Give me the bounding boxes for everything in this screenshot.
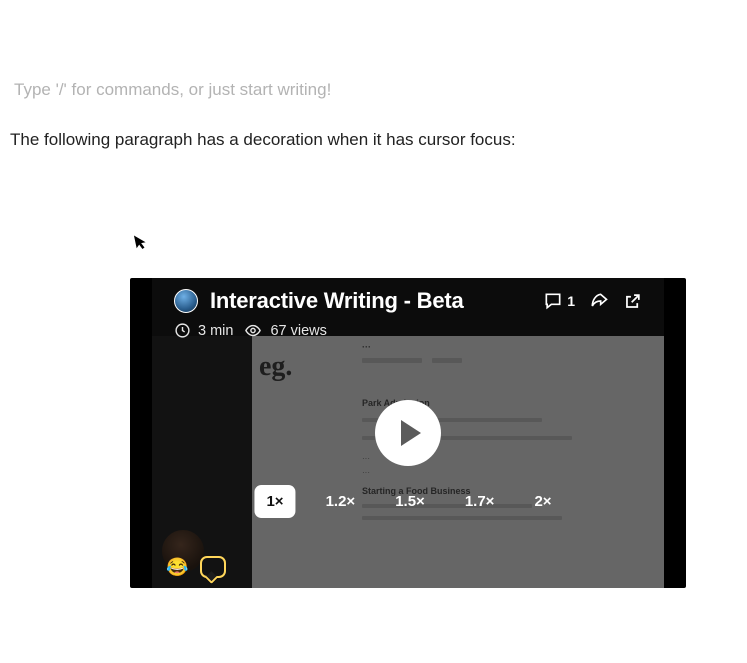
video-frame: eg. ··· Park Admission ··· ··· Starting … — [152, 278, 664, 588]
speed-2x[interactable]: 2× — [524, 487, 561, 516]
author-avatar[interactable] — [174, 289, 198, 313]
duration: 3 min — [174, 322, 233, 339]
reaction-emoji[interactable]: 😂 — [166, 557, 188, 578]
views-text: 67 views — [270, 323, 326, 339]
video-title: Interactive Writing - Beta — [210, 288, 543, 314]
reaction-bar: 😂 — [166, 556, 226, 578]
play-button[interactable] — [375, 400, 441, 466]
cursor-pointer-icon — [133, 232, 151, 257]
add-comment-button[interactable] — [200, 556, 226, 578]
open-external-button[interactable] — [623, 292, 642, 311]
speed-1-5x[interactable]: 1.5× — [385, 487, 435, 516]
speed-1-2x[interactable]: 1.2× — [316, 487, 366, 516]
video-actions: 1 — [543, 291, 642, 311]
comment-icon — [543, 291, 563, 311]
editor-area[interactable]: Type '/' for commands, or just start wri… — [0, 0, 747, 150]
play-icon — [401, 420, 421, 446]
share-button[interactable] — [589, 291, 609, 311]
eye-icon — [243, 322, 263, 339]
clock-icon — [174, 322, 191, 339]
video-meta: 3 min 67 views — [174, 322, 327, 339]
duration-text: 3 min — [198, 323, 233, 339]
comments-button[interactable]: 1 — [543, 291, 575, 311]
speed-1-7x[interactable]: 1.7× — [455, 487, 505, 516]
body-paragraph[interactable]: The following paragraph has a decoration… — [10, 130, 737, 150]
playback-speed-row: 1× 1.2× 1.5× 1.7× 2× — [254, 485, 561, 518]
speed-1x[interactable]: 1× — [254, 485, 295, 518]
video-header: Interactive Writing - Beta 1 — [174, 288, 642, 314]
share-icon — [589, 291, 609, 311]
video-embed[interactable]: eg. ··· Park Admission ··· ··· Starting … — [130, 278, 686, 588]
external-link-icon — [623, 292, 642, 311]
comment-count: 1 — [567, 293, 575, 309]
editor-placeholder[interactable]: Type '/' for commands, or just start wri… — [10, 80, 737, 100]
views: 67 views — [243, 322, 326, 339]
